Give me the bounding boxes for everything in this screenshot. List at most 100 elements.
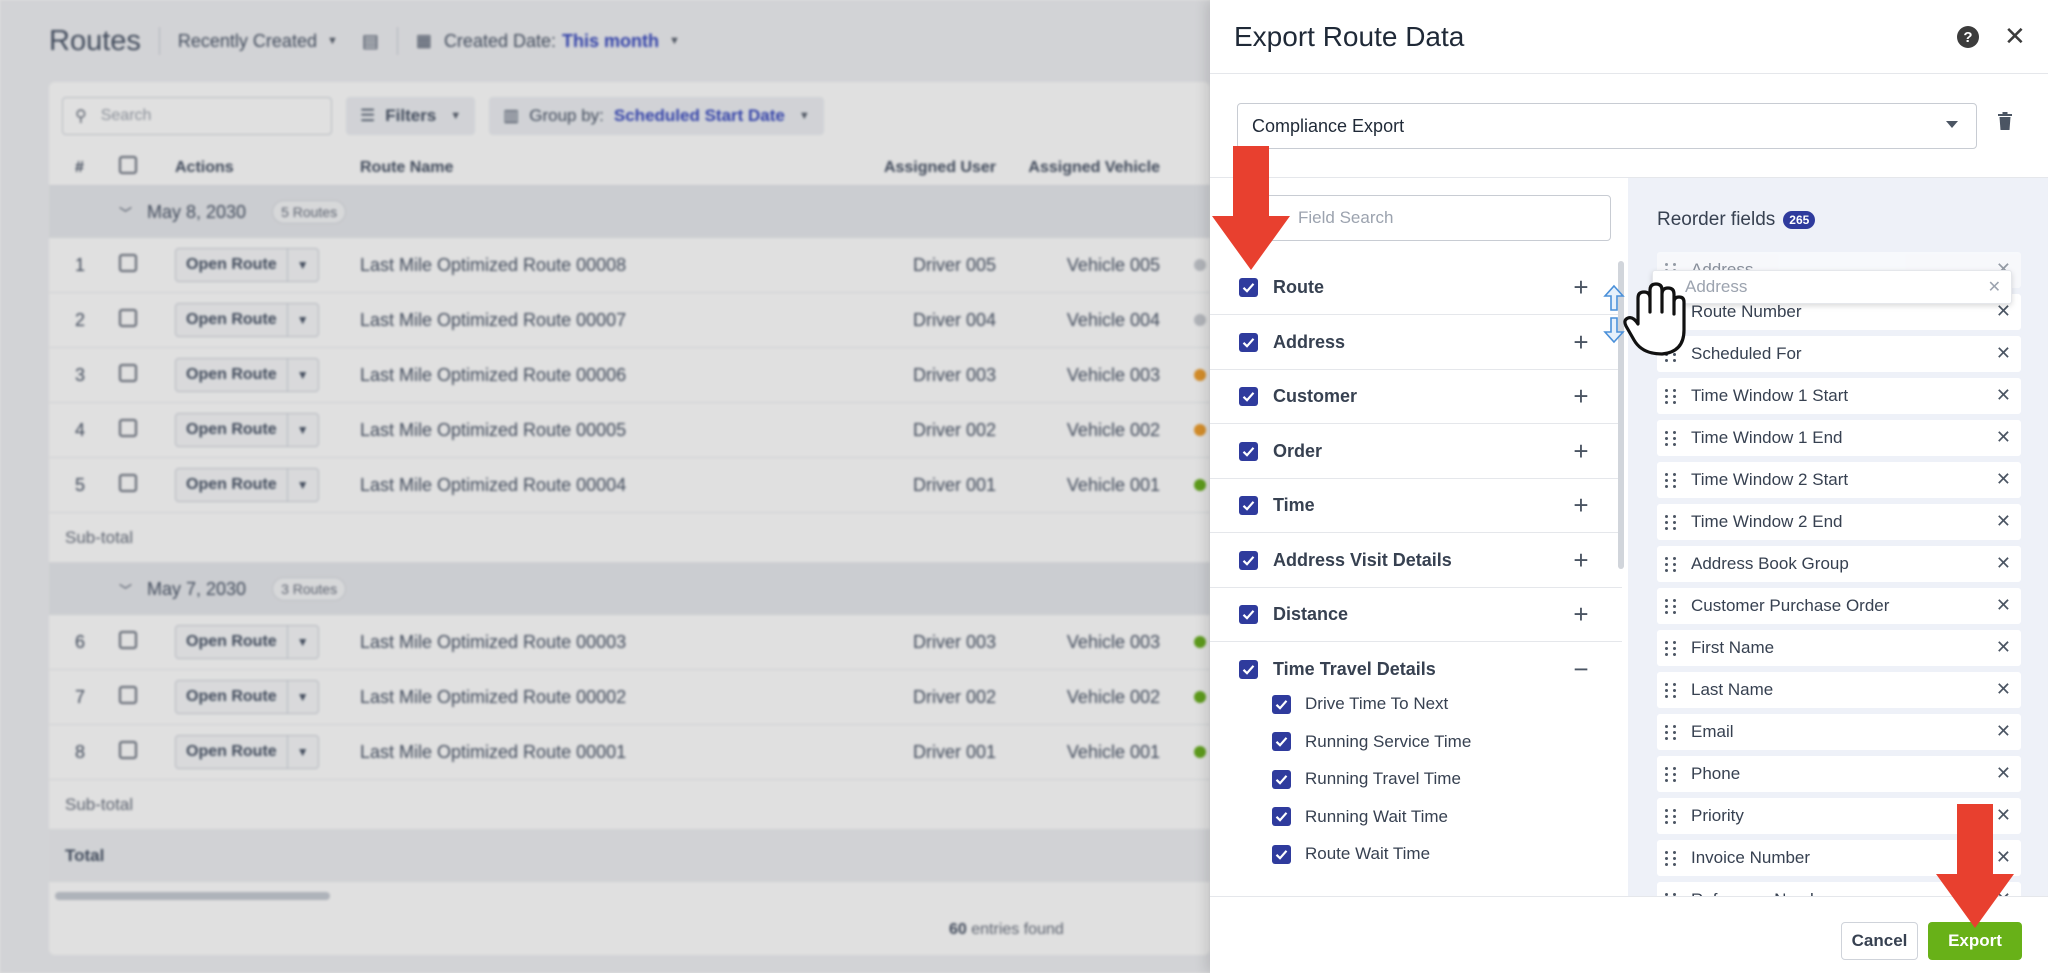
drag-handle-icon[interactable] — [1665, 429, 1677, 447]
dragging-field-ghost[interactable]: Address ✕ — [1652, 270, 2012, 304]
group-by-dropdown[interactable]: ▥ Group by: Scheduled Start Date ▼ — [489, 97, 824, 135]
reorder-field-item[interactable]: Last Name ✕ — [1657, 672, 2021, 708]
remove-field-icon[interactable]: ✕ — [1996, 637, 2011, 658]
expand-plus-icon[interactable]: + — [1570, 383, 1592, 409]
table-row[interactable]: 6 Open Route ▼ Last Mile Optimized Route 00… — [49, 615, 1210, 670]
subfield-row[interactable]: Running Service Time — [1210, 723, 1622, 761]
category-checkbox[interactable] — [1239, 660, 1258, 679]
subfield-checkbox[interactable] — [1272, 694, 1291, 714]
select-all-checkbox[interactable] — [119, 156, 137, 174]
routes-search-input[interactable]: ⚲ Search — [62, 97, 332, 135]
row-checkbox[interactable] — [119, 473, 137, 492]
reorder-field-item[interactable]: Scheduled For ✕ — [1657, 336, 2021, 372]
row-checkbox[interactable] — [119, 418, 137, 437]
drag-handle-icon[interactable] — [1665, 387, 1677, 405]
open-route-button[interactable]: Open Route ▼ — [175, 625, 319, 659]
remove-field-icon[interactable]: ✕ — [1996, 763, 2011, 784]
remove-field-icon[interactable]: ✕ — [1996, 343, 2011, 364]
field-category-row[interactable]: Address Visit Details + — [1210, 534, 1622, 588]
subfield-row[interactable]: Route Wait Time — [1210, 835, 1622, 873]
open-route-button[interactable]: Open Route ▼ — [175, 303, 319, 337]
reorder-field-item[interactable]: Time Window 1 End ✕ — [1657, 420, 2021, 456]
expand-plus-icon[interactable]: + — [1570, 438, 1592, 464]
remove-field-icon[interactable]: ✕ — [1996, 721, 2011, 742]
map-icon[interactable]: ▤ — [362, 31, 379, 52]
export-template-select[interactable]: Compliance Export — [1237, 103, 1977, 149]
category-checkbox[interactable] — [1239, 387, 1258, 406]
subfield-row[interactable]: Drive Time To Next — [1210, 685, 1622, 723]
created-date-filter[interactable]: ▦ Created Date: This month ▼ — [416, 31, 680, 52]
cancel-button[interactable]: Cancel — [1841, 922, 1918, 960]
open-route-button[interactable]: Open Route ▼ — [175, 358, 319, 392]
drag-handle-icon[interactable] — [1665, 849, 1677, 867]
reorder-field-item[interactable]: Customer Purchase Order ✕ — [1657, 588, 2021, 624]
close-icon[interactable]: ✕ — [2004, 22, 2026, 50]
reorder-field-item[interactable]: Phone ✕ — [1657, 756, 2021, 792]
open-route-button[interactable]: Open Route ▼ — [175, 248, 319, 282]
remove-field-icon[interactable]: ✕ — [1996, 385, 2011, 406]
table-row[interactable]: 8 Open Route ▼ Last Mile Optimized Route 00… — [49, 725, 1210, 780]
field-category-row[interactable]: Order + — [1210, 425, 1622, 479]
row-checkbox[interactable] — [119, 363, 137, 382]
remove-field-icon[interactable]: ✕ — [1996, 553, 2011, 574]
drag-handle-icon[interactable] — [1665, 723, 1677, 741]
category-checkbox[interactable] — [1239, 605, 1258, 624]
open-route-button[interactable]: Open Route ▼ — [175, 468, 319, 502]
trash-icon[interactable] — [1998, 112, 2012, 130]
remove-field-icon[interactable]: ✕ — [1996, 595, 2011, 616]
drag-handle-icon[interactable] — [1665, 471, 1677, 489]
subfield-checkbox[interactable] — [1272, 844, 1291, 864]
field-category-row[interactable]: Time + — [1210, 479, 1622, 533]
subfield-checkbox[interactable] — [1272, 769, 1291, 789]
field-search-input[interactable]: Field Search — [1250, 195, 1611, 241]
reorder-field-item[interactable]: Time Window 1 Start ✕ — [1657, 378, 2021, 414]
table-row[interactable]: 5 Open Route ▼ Last Mile Optimized Route 00… — [49, 458, 1210, 513]
category-checkbox[interactable] — [1239, 332, 1258, 352]
row-checkbox[interactable] — [119, 685, 137, 704]
subfield-checkbox[interactable] — [1272, 807, 1291, 826]
field-category-row[interactable]: Address + — [1210, 316, 1622, 370]
field-category-row[interactable]: Customer + — [1210, 370, 1622, 424]
filters-button[interactable]: ☰ Filters ▼ — [346, 97, 476, 135]
table-row[interactable]: 7 Open Route ▼ Last Mile Optimized Route 00… — [49, 670, 1210, 725]
reorder-field-item[interactable]: Time Window 2 Start ✕ — [1657, 462, 2021, 498]
table-row[interactable]: 2 Open Route ▼ Last Mile Optimized Route 00… — [49, 293, 1210, 348]
drag-handle-icon[interactable] — [1665, 597, 1677, 615]
drag-handle-icon[interactable] — [1665, 807, 1677, 825]
reorder-field-item[interactable]: Time Window 2 End ✕ — [1657, 504, 2021, 540]
expand-plus-icon[interactable]: + — [1570, 492, 1592, 518]
expand-plus-icon[interactable]: + — [1570, 601, 1592, 627]
table-row[interactable]: 3 Open Route ▼ Last Mile Optimized Route 00… — [49, 348, 1210, 403]
subfield-row[interactable]: Running Travel Time — [1210, 760, 1622, 798]
category-checkbox[interactable] — [1239, 496, 1258, 515]
remove-field-icon[interactable]: ✕ — [1996, 301, 2011, 322]
reorder-field-item[interactable]: Email ✕ — [1657, 714, 2021, 750]
expand-plus-icon[interactable]: + — [1570, 274, 1592, 300]
expand-plus-icon[interactable]: + — [1570, 329, 1592, 355]
table-row[interactable]: 1 Open Route ▼ Last Mile Optimized Route 00… — [49, 238, 1210, 293]
remove-field-icon[interactable]: ✕ — [1996, 427, 2011, 448]
reorder-field-item[interactable]: Address Book Group ✕ — [1657, 546, 2021, 582]
subfield-row[interactable]: Running Wait Time — [1210, 798, 1622, 836]
open-route-button[interactable]: Open Route ▼ — [175, 413, 319, 447]
subfield-checkbox[interactable] — [1272, 732, 1291, 751]
remove-field-icon[interactable]: ✕ — [1996, 469, 2011, 490]
category-checkbox[interactable] — [1239, 550, 1258, 570]
drag-handle-icon[interactable] — [1665, 639, 1677, 657]
drag-handle-icon[interactable] — [1665, 765, 1677, 783]
help-icon[interactable]: ? — [1957, 26, 1979, 48]
remove-field-icon[interactable]: ✕ — [1996, 679, 2011, 700]
category-checkbox[interactable] — [1239, 278, 1258, 297]
drag-handle-icon[interactable] — [1665, 513, 1677, 531]
collapse-minus-icon[interactable]: − — [1570, 656, 1592, 682]
table-row[interactable]: 4 Open Route ▼ Last Mile Optimized Route 00… — [49, 403, 1210, 458]
drag-handle-icon[interactable] — [1665, 555, 1677, 573]
remove-field-icon[interactable]: ✕ — [1996, 511, 2011, 532]
reorder-field-item[interactable]: First Name ✕ — [1657, 630, 2021, 666]
field-category-row[interactable]: Distance + — [1210, 588, 1622, 642]
row-checkbox[interactable] — [119, 253, 137, 272]
row-checkbox[interactable] — [119, 740, 137, 759]
horizontal-scrollbar[interactable] — [55, 892, 330, 900]
drag-handle-icon[interactable] — [1665, 681, 1677, 699]
row-checkbox[interactable] — [119, 630, 137, 649]
